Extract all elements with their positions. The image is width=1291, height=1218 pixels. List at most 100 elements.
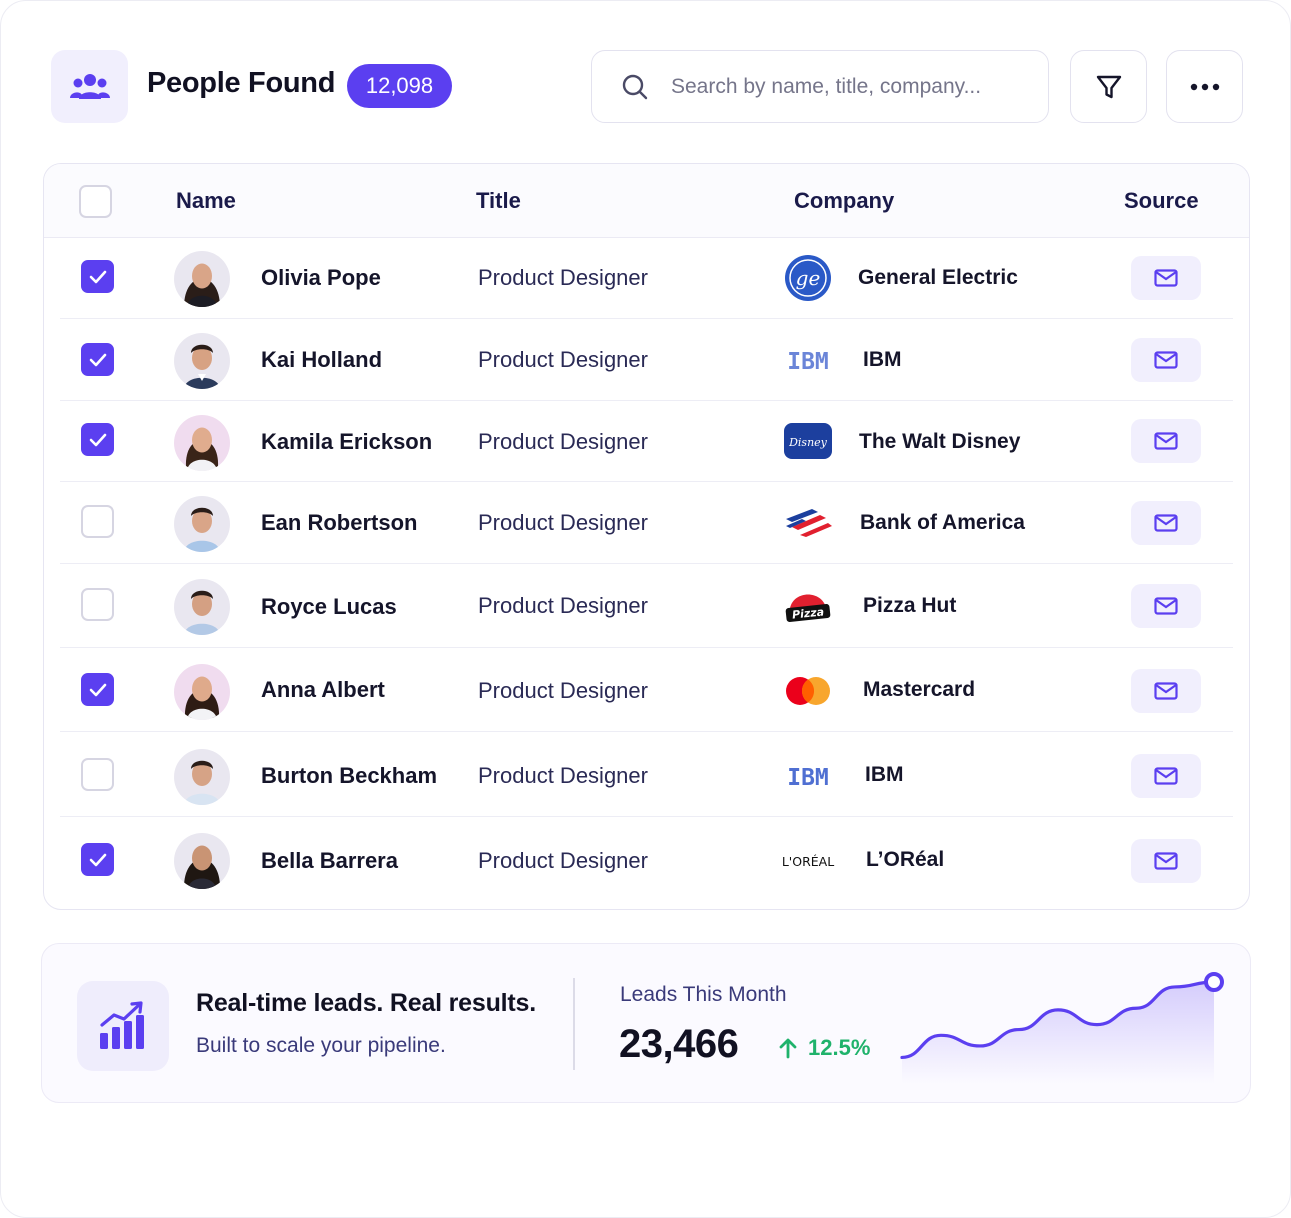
page-title: People Found xyxy=(147,67,336,99)
avatar xyxy=(174,664,230,720)
sparkline-area xyxy=(902,982,1214,1084)
table-row[interactable]: Royce Lucas Product Designer Pizza Pizza… xyxy=(60,564,1233,648)
person-title: Product Designer xyxy=(478,510,648,535)
email-source-button[interactable] xyxy=(1131,338,1201,382)
email-source-button[interactable] xyxy=(1131,669,1201,713)
mail-icon xyxy=(1154,514,1178,532)
avatar xyxy=(174,415,230,471)
filter-icon xyxy=(1096,75,1121,98)
search-input[interactable] xyxy=(671,74,1031,99)
company-name[interactable]: The Walt Disney xyxy=(859,430,1020,454)
leads-summary-card: Real-time leads. Real results. Built to … xyxy=(41,943,1251,1103)
email-source-button[interactable] xyxy=(1131,419,1201,463)
person-title: Product Designer xyxy=(478,593,648,618)
loreal-logo: L'ORÉAL xyxy=(778,837,838,885)
svg-text:Pizza: Pizza xyxy=(791,605,824,621)
column-header-title[interactable]: Title xyxy=(476,188,521,214)
table-row[interactable]: Bella Barrera Product Designer L'ORÉAL L… xyxy=(60,817,1233,909)
mail-icon xyxy=(1154,432,1178,450)
row-checkbox[interactable] xyxy=(81,843,114,876)
mastercard-logo xyxy=(782,667,834,715)
select-all-checkbox[interactable] xyxy=(79,185,112,218)
people-group-icon xyxy=(51,50,128,123)
person-name[interactable]: Olivia Pope xyxy=(261,265,381,291)
company-name[interactable]: Mastercard xyxy=(863,678,975,702)
table-row[interactable]: Kamila Erickson Product Designer Disney … xyxy=(60,401,1233,482)
growth-chart-icon xyxy=(77,981,169,1071)
person-title: Product Designer xyxy=(478,265,648,290)
person-title: Product Designer xyxy=(478,678,648,703)
column-header-source[interactable]: Source xyxy=(1124,188,1199,214)
table-header: Name Title Company Source xyxy=(44,164,1249,238)
mail-icon xyxy=(1154,351,1178,369)
checkmark-icon xyxy=(89,433,106,446)
mail-icon xyxy=(1154,852,1178,870)
row-checkbox[interactable] xyxy=(81,260,114,293)
ibm-logo: IBM xyxy=(782,752,834,800)
footer-headline: Real-time leads. Real results. xyxy=(196,989,536,1017)
row-checkbox[interactable] xyxy=(81,505,114,538)
table-row[interactable]: Kai Holland Product Designer IBM IBM xyxy=(60,319,1233,401)
person-title: Product Designer xyxy=(478,429,648,454)
avatar xyxy=(174,749,230,805)
ge-logo: ge xyxy=(782,254,834,302)
footer-subline: Built to scale your pipeline. xyxy=(196,1034,446,1057)
email-source-button[interactable] xyxy=(1131,839,1201,883)
mail-icon xyxy=(1154,682,1178,700)
table-row[interactable]: Olivia Pope Product Designer ge General … xyxy=(60,238,1233,319)
avatar xyxy=(174,579,230,635)
checkmark-icon xyxy=(89,853,106,866)
svg-text:L'ORÉAL: L'ORÉAL xyxy=(782,854,834,869)
row-checkbox[interactable] xyxy=(81,758,114,791)
person-name[interactable]: Anna Albert xyxy=(261,677,385,703)
filter-button[interactable] xyxy=(1070,50,1147,123)
company-name[interactable]: Bank of America xyxy=(860,511,1025,535)
row-checkbox[interactable] xyxy=(81,588,114,621)
person-name[interactable]: Kamila Erickson xyxy=(261,429,432,455)
table-row[interactable]: Burton Beckham Product Designer IBM IBM xyxy=(60,732,1233,817)
svg-text:ge: ge xyxy=(796,266,821,290)
metric-value: 23,466 xyxy=(619,1022,739,1066)
company-name[interactable]: General Electric xyxy=(858,266,1018,290)
company-name[interactable]: Pizza Hut xyxy=(863,594,956,618)
people-panel: People Found 12,098 Name Title Company S… xyxy=(0,0,1291,1218)
person-title: Product Designer xyxy=(478,848,648,873)
email-source-button[interactable] xyxy=(1131,256,1201,300)
row-checkbox[interactable] xyxy=(81,343,114,376)
person-name[interactable]: Ean Robertson xyxy=(261,510,417,536)
search-box[interactable] xyxy=(591,50,1049,123)
table-row[interactable]: Anna Albert Product Designer Mastercard xyxy=(60,648,1233,732)
metric-delta: 12.5% xyxy=(778,1035,870,1061)
mail-icon xyxy=(1154,269,1178,287)
avatar xyxy=(174,833,230,889)
person-title: Product Designer xyxy=(478,763,648,788)
more-options-button[interactable] xyxy=(1166,50,1243,123)
svg-text:Disney: Disney xyxy=(788,436,828,449)
ibm-logo: IBM xyxy=(782,336,834,384)
row-checkbox[interactable] xyxy=(81,423,114,456)
metric-label: Leads This Month xyxy=(620,983,787,1006)
company-name[interactable]: L’ORéal xyxy=(866,848,944,872)
column-header-name[interactable]: Name xyxy=(176,188,236,214)
person-name[interactable]: Royce Lucas xyxy=(261,594,397,620)
mail-icon xyxy=(1154,767,1178,785)
arrow-up-icon xyxy=(779,1038,797,1059)
email-source-button[interactable] xyxy=(1131,754,1201,798)
svg-text:IBM: IBM xyxy=(787,765,829,791)
person-name[interactable]: Bella Barrera xyxy=(261,848,398,874)
table-row[interactable]: Ean Robertson Product Designer Bank of A… xyxy=(60,482,1233,564)
company-name[interactable]: IBM xyxy=(865,763,904,787)
disney-logo: Disney xyxy=(782,417,834,465)
pizza-hut-logo: Pizza xyxy=(782,582,834,630)
person-name[interactable]: Burton Beckham xyxy=(261,763,437,789)
checkmark-icon xyxy=(89,683,106,696)
metric-delta-value: 12.5% xyxy=(808,1035,871,1060)
company-name[interactable]: IBM xyxy=(863,348,902,372)
row-checkbox[interactable] xyxy=(81,673,114,706)
person-name[interactable]: Kai Holland xyxy=(261,347,382,373)
email-source-button[interactable] xyxy=(1131,501,1201,545)
avatar xyxy=(174,251,230,307)
column-header-company[interactable]: Company xyxy=(794,188,894,214)
svg-text:IBM: IBM xyxy=(787,349,829,375)
email-source-button[interactable] xyxy=(1131,584,1201,628)
